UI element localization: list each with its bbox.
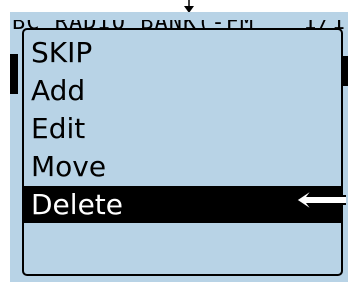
menu-item-skip[interactable]: SKIP — [24, 34, 341, 71]
background-bar-left — [10, 54, 18, 94]
context-menu: SKIP Add Edit Move Delete — [22, 28, 343, 276]
lcd-screen: BC RADIO BANK(-FM 1/1 SKIP Add Edit Move… — [10, 12, 348, 282]
menu-item-edit[interactable]: Edit — [24, 110, 341, 147]
left-arrow-icon — [294, 187, 346, 213]
menu-item-move[interactable]: Move — [24, 148, 341, 185]
menu-item-add[interactable]: Add — [24, 72, 341, 109]
